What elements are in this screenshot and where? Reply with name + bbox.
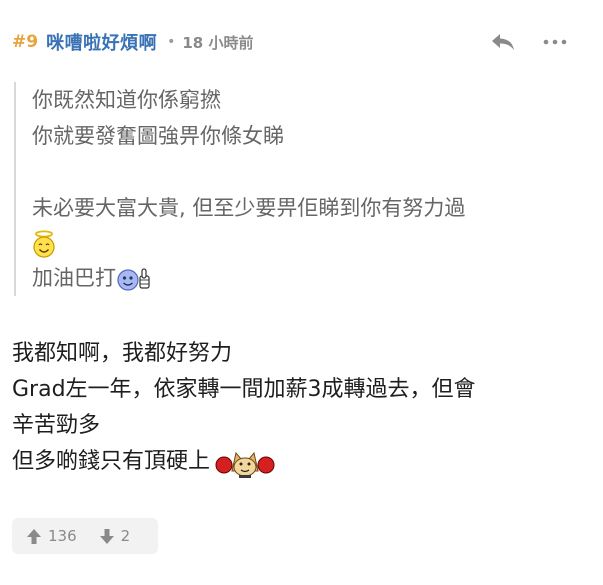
angel-smiley-icon [33,230,55,258]
vote-bar: 136 2 [12,518,158,554]
post-header: #9 咪嘈啦好煩啊 • 18 小時前 [12,26,597,58]
separator-dot: • [167,34,176,50]
more-options-button[interactable] [540,28,570,56]
post-time: 18 小時前 [182,33,254,52]
upvote-count: 136 [48,527,77,545]
arrow-down-icon [99,528,114,544]
thumbs-up-smiley-icon [117,268,150,291]
quote-line: 未必要大富大貴, 但至少要畀佢睇到你有努力過 [32,196,466,220]
body-line: 我都知啊，我都好努力 [12,341,233,366]
floor-number[interactable]: #9 [12,32,38,52]
body-line: 辛苦勁多 [12,413,101,438]
downvote-count: 2 [120,527,131,545]
boxing-dog-icon [215,451,275,478]
username[interactable]: 咪嘈啦好煩啊 [46,29,157,55]
body-line: Grad左一年，依家轉一間加薪3成轉過去，但會 [12,377,476,402]
quote-blank-line [32,154,602,190]
post: #9 咪嘈啦好煩啊 • 18 小時前 你既然知道你係窮撚 你就要發奮圖強畀你條女… [0,0,603,585]
arrow-up-icon [27,528,41,544]
quote-emoji-line [32,226,602,260]
quoted-post: 你既然知道你係窮撚 你就要發奮圖強畀你條女睇 未必要大富大貴, 但至少要畀佢睇到… [14,82,602,296]
reply-button[interactable] [488,28,518,56]
quote-line: 你既然知道你係窮撚 [32,88,221,112]
more-icon [543,39,567,45]
quote-line-with-emoji: 加油巴打 [32,260,602,296]
body-line: 但多啲錢只有頂硬上 [12,449,211,474]
post-body: 我都知啊，我都好努力 Grad左一年，依家轉一間加薪3成轉過去，但會 辛苦勁多 … [12,336,592,480]
quote-line: 加油巴打 [32,266,116,290]
body-line-with-emoji: 但多啲錢只有頂硬上 [12,444,592,480]
upvote-button[interactable]: 136 [26,527,77,545]
quote-line: 你就要發奮圖強畀你條女睇 [32,124,284,148]
downvote-button[interactable]: 2 [99,527,131,545]
reply-icon [492,34,514,50]
